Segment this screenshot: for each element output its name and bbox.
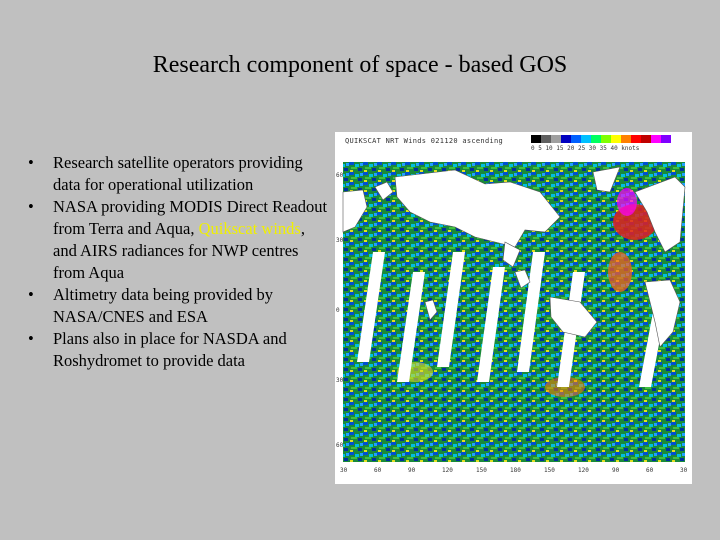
high-wind-area	[608, 252, 632, 292]
legend-swatch	[581, 135, 591, 143]
legend-swatch	[571, 135, 581, 143]
lat-label: 60	[336, 172, 344, 179]
bullet-item: • Research satellite operators providing…	[28, 152, 328, 196]
bullet-text: Research satellite operators providing d…	[53, 153, 303, 194]
legend-swatch	[601, 135, 611, 143]
lon-label: 150	[476, 467, 487, 474]
bullet-item: • Plans also in place for NASDA and Rosh…	[28, 328, 328, 372]
bullet-icon: •	[28, 329, 34, 348]
wind-map-graphic: 60 30 0 30 60 30 60 90 120 150 180 150 120 90 60 30	[335, 162, 692, 484]
legend-swatch	[621, 135, 631, 143]
bullet-icon: •	[28, 197, 34, 216]
map-header: QUIKSCAT NRT Winds 021120 ascending	[345, 137, 504, 145]
legend-labels: 0 5 10 15 20 25 30 35 40 knots	[531, 145, 640, 152]
legend-swatch	[541, 135, 551, 143]
legend-swatch	[551, 135, 561, 143]
high-wind-area	[617, 188, 637, 216]
lon-label: 90	[408, 467, 416, 474]
color-legend	[531, 135, 681, 143]
lon-label: 60	[374, 467, 382, 474]
legend-swatch	[651, 135, 661, 143]
slide: Research component of space - based GOS …	[0, 0, 720, 540]
lon-label: 120	[442, 467, 453, 474]
bullet-item: • NASA providing MODIS Direct Readout fr…	[28, 196, 328, 284]
lat-label: 60	[336, 442, 344, 449]
lon-label: 60	[646, 467, 654, 474]
bullet-list: • Research satellite operators providing…	[28, 152, 328, 372]
bullet-item: • Altimetry data being provided by NASA/…	[28, 284, 328, 328]
lon-label: 30	[680, 467, 688, 474]
lon-label: 180	[510, 467, 521, 474]
legend-swatch	[561, 135, 571, 143]
lon-label: 90	[612, 467, 620, 474]
lat-label: 30	[336, 377, 344, 384]
legend-swatch	[671, 135, 681, 143]
lat-label: 30	[336, 237, 344, 244]
lon-label: 150	[544, 467, 555, 474]
legend-swatch	[591, 135, 601, 143]
bullet-highlight-text: Quikscat winds	[198, 219, 301, 238]
bullet-icon: •	[28, 153, 34, 172]
legend-swatch	[531, 135, 541, 143]
lon-label: 120	[578, 467, 589, 474]
quikscat-wind-map: 60 30 0 30 60 30 60 90 120 150 180 150 120 90 60 30 QUI…	[335, 132, 692, 484]
legend-swatch	[661, 135, 671, 143]
bullet-text: Plans also in place for NASDA and Roshyd…	[53, 329, 287, 370]
lat-label: 0	[336, 307, 340, 314]
legend-swatch	[611, 135, 621, 143]
legend-swatch	[641, 135, 651, 143]
slide-title: Research component of space - based GOS	[152, 52, 568, 78]
lon-label: 30	[340, 467, 348, 474]
legend-swatch	[631, 135, 641, 143]
bullet-text: Altimetry data being provided by NASA/CN…	[53, 285, 273, 326]
bullet-icon: •	[28, 285, 34, 304]
